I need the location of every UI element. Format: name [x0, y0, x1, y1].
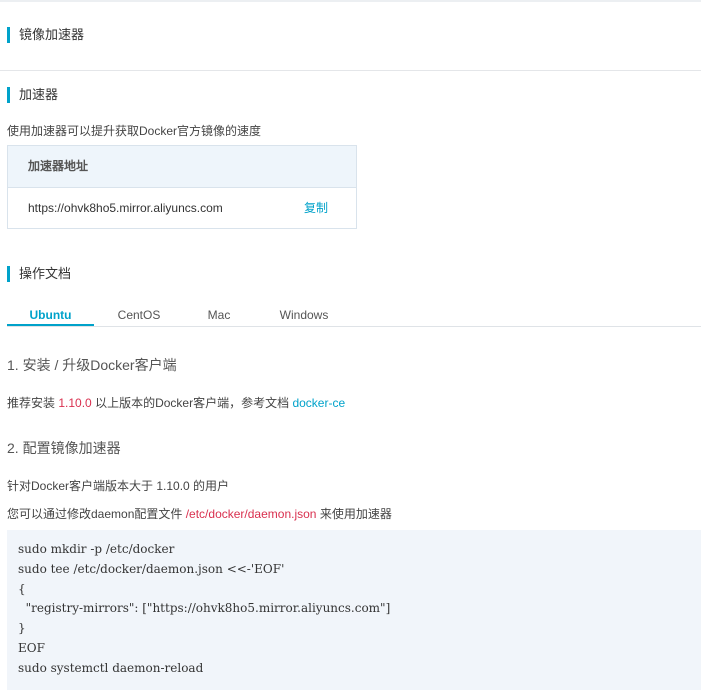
step1-text: 推荐安装 1.10.0 以上版本的Docker客户端，参考文档 docker-c… — [7, 394, 345, 411]
daemon-json-path: /etc/docker/daemon.json — [185, 507, 317, 521]
accelerator-address-header: 加速器地址 — [8, 146, 356, 188]
accelerator-address-box: 加速器地址 https://ohvk8ho5.mirror.aliyuncs.c… — [7, 145, 357, 229]
code-line: sudo mkdir -p /etc/docker — [18, 542, 175, 556]
step1-text-pre: 推荐安装 — [7, 396, 56, 410]
page-title: 镜像加速器 — [7, 27, 84, 43]
tabs-underline — [7, 326, 701, 327]
step2-line2: 您可以通过修改daemon配置文件 /etc/docker/daemon.jso… — [7, 505, 392, 522]
accelerator-address-row: https://ohvk8ho5.mirror.aliyuncs.com 复制 — [8, 188, 356, 228]
accelerator-url: https://ohvk8ho5.mirror.aliyuncs.com — [28, 201, 223, 215]
header-divider — [0, 70, 701, 71]
docker-ce-link[interactable]: docker-ce — [292, 396, 345, 410]
copy-button[interactable]: 复制 — [304, 188, 328, 228]
code-line: "registry-mirrors": ["https://ohvk8ho5.m… — [18, 601, 391, 615]
step2-line2-pre: 您可以通过修改daemon配置文件 — [7, 507, 183, 521]
accelerator-description: 使用加速器可以提升获取Docker官方镜像的速度 — [7, 124, 262, 138]
code-line: } — [18, 621, 26, 635]
step1-text-mid: 以上版本的Docker客户端，参考文档 — [95, 396, 290, 410]
code-line: { — [18, 582, 26, 596]
tab-windows[interactable]: Windows — [254, 303, 354, 327]
code-line: sudo systemctl daemon-reload — [18, 661, 204, 675]
docs-section-title: 操作文档 — [7, 266, 71, 282]
step2-title: 2. 配置镜像加速器 — [7, 440, 121, 456]
code-block[interactable]: sudo mkdir -p /etc/docker sudo tee /etc/… — [7, 530, 701, 690]
tab-ubuntu[interactable]: Ubuntu — [7, 303, 94, 327]
step1-version: 1.10.0 — [58, 396, 92, 410]
step2-line2-post: 来使用加速器 — [319, 507, 392, 521]
step2-line1: 针对Docker客户端版本大于 1.10.0 的用户 — [7, 479, 230, 493]
code-line: sudo tee /etc/docker/daemon.json <<-'EOF… — [18, 562, 285, 576]
tab-mac[interactable]: Mac — [184, 303, 254, 327]
step1-title: 1. 安装 / 升级Docker客户端 — [7, 357, 177, 373]
code-line: EOF — [18, 641, 45, 655]
tab-centos[interactable]: CentOS — [94, 303, 184, 327]
top-border — [0, 0, 701, 2]
accelerator-section-title: 加速器 — [7, 87, 58, 103]
